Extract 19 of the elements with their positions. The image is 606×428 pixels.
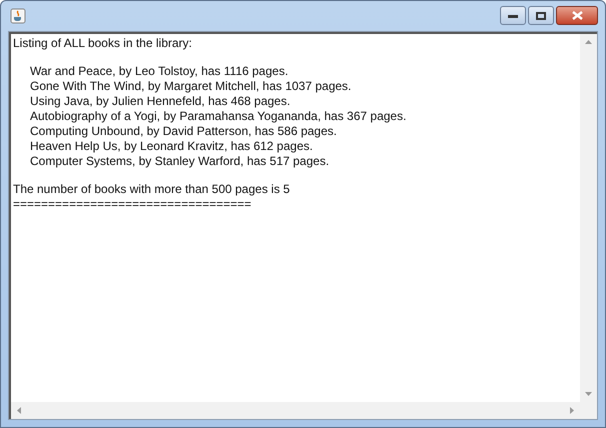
horizontal-scrollbar[interactable]	[9, 402, 580, 419]
book-line: Gone With The Wind, by Margaret Mitchell, has 1037 pages.	[30, 79, 352, 94]
book-line: Computer Systems, by Stanley Warford, has 517 pages.	[30, 154, 330, 169]
vertical-scrollbar[interactable]	[580, 32, 597, 402]
book-line: Autobiography of a Yogi, by Paramahansa Yogananda, has 367 pages.	[30, 109, 406, 124]
minimize-button[interactable]	[500, 6, 526, 25]
book-line: Using Java, by Julien Hennefeld, has 468 pages.	[30, 94, 290, 109]
output-heading: Listing of ALL books in the library:	[13, 36, 192, 51]
maximize-icon	[536, 12, 546, 20]
minimize-icon	[508, 14, 518, 18]
java-cup-icon	[10, 8, 26, 24]
book-line: Heaven Help Us, by Leonard Kravitz, has 612 pages.	[30, 139, 313, 154]
book-line: Computing Unbound, by David Patterson, has 586 pages.	[30, 124, 337, 139]
maximize-button[interactable]	[528, 6, 554, 25]
separator-line: ==================================	[13, 197, 252, 212]
close-button[interactable]	[556, 6, 598, 25]
close-icon	[572, 11, 582, 20]
summary-line: The number of books with more than 500 pages is 5	[13, 182, 290, 197]
book-line: War and Peace, by Leo Tolstoy, has 1116 pages.	[30, 64, 288, 79]
